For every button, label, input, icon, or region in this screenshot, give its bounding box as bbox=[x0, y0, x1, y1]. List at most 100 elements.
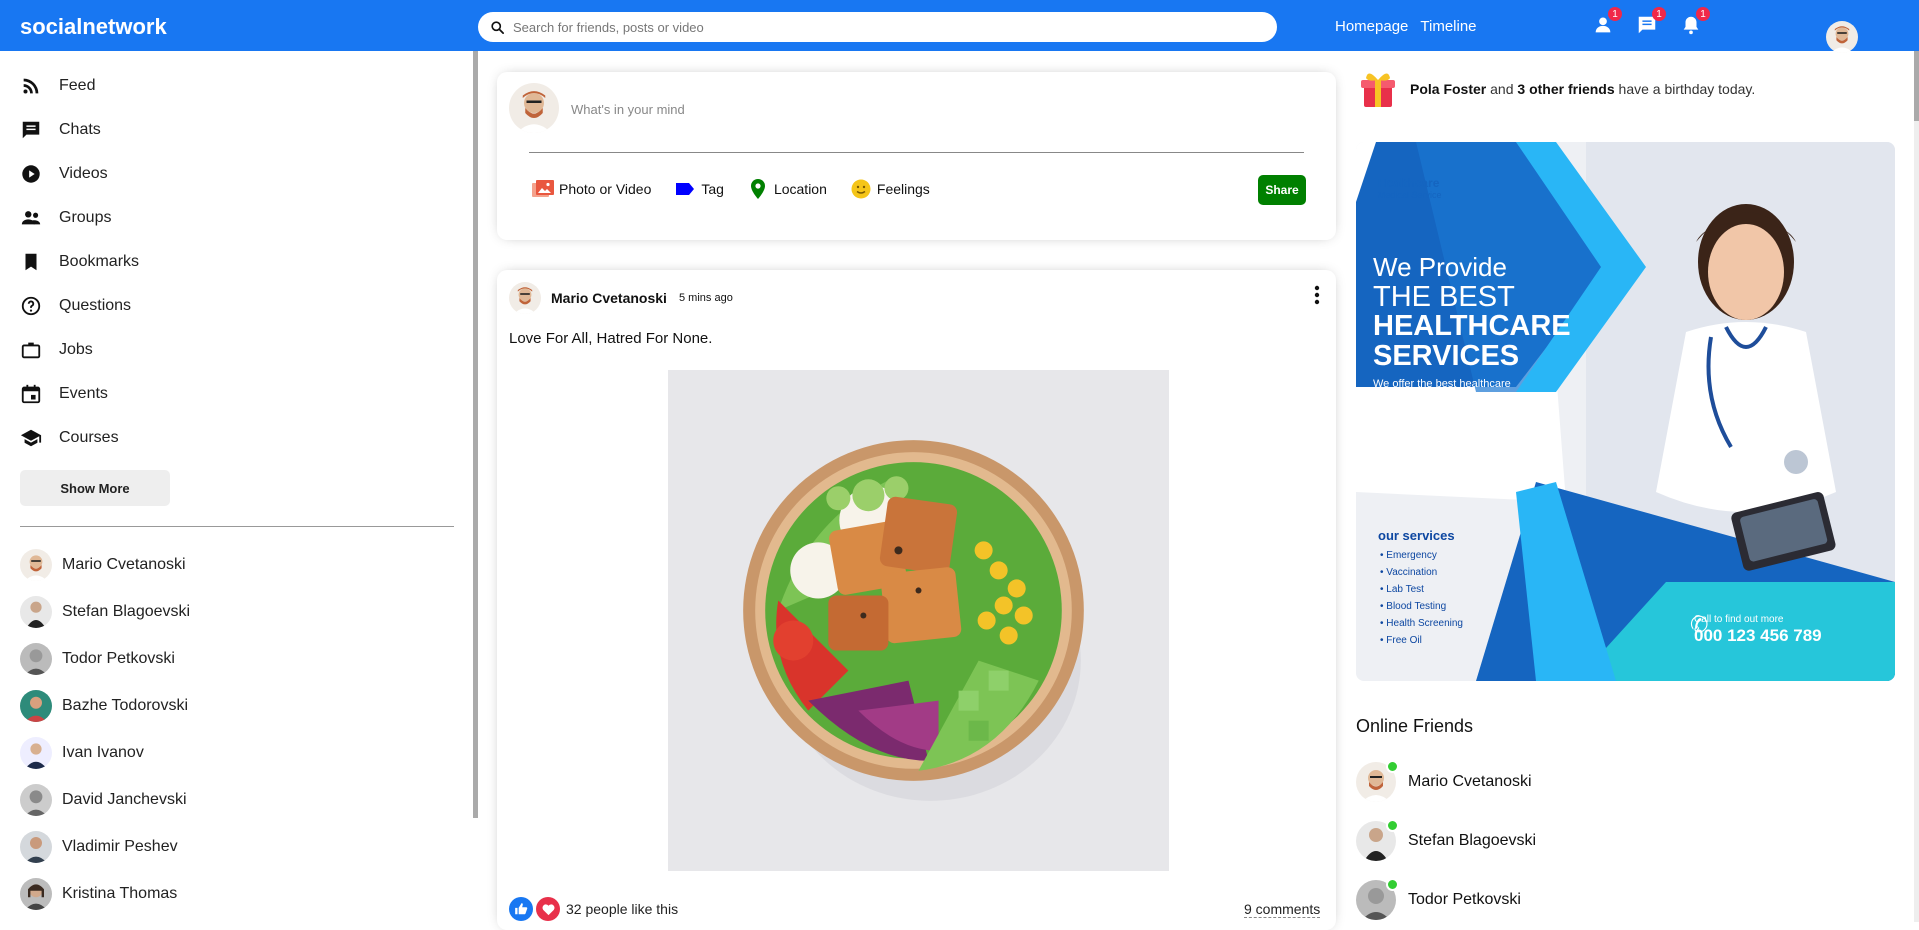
birthday-others[interactable]: 3 other friends bbox=[1517, 81, 1614, 97]
sidebar-item-label: Feed bbox=[59, 77, 96, 94]
avatar bbox=[20, 689, 52, 722]
post-image[interactable] bbox=[668, 370, 1169, 871]
sidebar-item-questions[interactable]: Questions bbox=[0, 284, 473, 328]
location-option[interactable]: Location bbox=[746, 177, 827, 201]
photo-video-option[interactable]: Photo or Video bbox=[531, 177, 651, 201]
group-icon bbox=[21, 211, 41, 225]
sidebar-item-label: Chats bbox=[59, 121, 101, 138]
birthday-text: Pola Foster and 3 other friends have a b… bbox=[1410, 81, 1755, 97]
sidebar-friend[interactable]: David Janchevski bbox=[0, 776, 473, 823]
profile-avatar[interactable] bbox=[1826, 20, 1858, 53]
notifications-button[interactable]: 1 bbox=[1678, 7, 1710, 38]
messages-badge: 1 bbox=[1652, 7, 1666, 21]
scrollbar-thumb[interactable] bbox=[473, 51, 478, 818]
likes-count: 32 people like this bbox=[566, 901, 679, 917]
ad-service: • Health Screening bbox=[1380, 618, 1463, 629]
birthday-notice: Pola Foster and 3 other friends have a b… bbox=[1358, 69, 1755, 109]
scrollbar-thumb[interactable] bbox=[1914, 51, 1919, 121]
chat-icon bbox=[22, 121, 40, 139]
healthcare-ad[interactable]: Healthcare Medical Service We Provide TH… bbox=[1356, 142, 1895, 681]
sidebar-item-bookmarks[interactable]: Bookmarks bbox=[0, 240, 473, 284]
sidebar-item-courses[interactable]: Courses bbox=[0, 416, 473, 460]
comments-link[interactable]: 9 comments bbox=[1244, 901, 1321, 918]
online-friends-title: Online Friends bbox=[1356, 716, 1474, 736]
search-bar[interactable] bbox=[478, 12, 1277, 42]
left-scrollbar[interactable] bbox=[473, 51, 478, 818]
post-author[interactable]: Mario Cvetanoski bbox=[551, 290, 667, 306]
bookmark-icon bbox=[25, 253, 37, 271]
post-card: Mario Cvetanoski 5 mins ago Love For All… bbox=[497, 270, 1336, 930]
location-pin-icon bbox=[750, 179, 765, 199]
friend-requests-button[interactable]: 1 bbox=[1590, 7, 1622, 38]
post-time: 5 mins ago bbox=[679, 292, 733, 304]
option-label: Tag bbox=[701, 181, 724, 197]
emoji-icon bbox=[851, 179, 871, 199]
online-friend[interactable]: Todor Petkovski bbox=[1356, 870, 1536, 929]
sidebar-item-groups[interactable]: Groups bbox=[0, 196, 473, 240]
avatar bbox=[20, 783, 52, 816]
timeline-link[interactable]: Timeline bbox=[1420, 18, 1476, 35]
avatar[interactable] bbox=[509, 282, 541, 314]
friend-name: Todor Petkovski bbox=[62, 649, 175, 667]
right-sidebar: Pola Foster and 3 other friends have a b… bbox=[1356, 51, 1914, 922]
friend-name: Vladimir Peshev bbox=[62, 837, 178, 855]
share-button[interactable]: Share bbox=[1258, 175, 1306, 205]
friend-name: Bazhe Todorovski bbox=[62, 696, 188, 714]
sidebar-item-videos[interactable]: Videos bbox=[0, 152, 473, 196]
app-logo[interactable]: socialnetwork bbox=[20, 14, 167, 40]
briefcase-icon bbox=[21, 342, 41, 359]
sidebar-friend[interactable]: Todor Petkovski bbox=[0, 635, 473, 682]
birthday-suffix: have a birthday today. bbox=[1618, 81, 1756, 97]
ad-line3: HEALTHCARE bbox=[1373, 310, 1571, 342]
sidebar-friend[interactable]: Kristina Thomas bbox=[0, 870, 473, 917]
sidebar-friend[interactable]: Ivan Ivanov bbox=[0, 729, 473, 776]
friend-name: Mario Cvetanoski bbox=[62, 555, 186, 573]
sidebar-friend[interactable]: Stefan Blagoevski bbox=[0, 588, 473, 635]
tag-option[interactable]: Tag bbox=[673, 177, 724, 201]
feed: What's in your mind Photo or Video Tag L… bbox=[497, 72, 1336, 930]
notifications-badge: 1 bbox=[1696, 7, 1710, 21]
avatar bbox=[20, 642, 52, 675]
messages-button[interactable]: 1 bbox=[1634, 7, 1666, 38]
top-icons: 1 1 1 bbox=[1590, 7, 1710, 38]
sidebar-friend[interactable]: Bazhe Todorovski bbox=[0, 682, 473, 729]
birthday-name[interactable]: Pola Foster bbox=[1410, 81, 1486, 97]
sidebar-item-events[interactable]: Events bbox=[0, 372, 473, 416]
search-input[interactable] bbox=[513, 19, 1253, 35]
share-input[interactable]: What's in your mind bbox=[571, 102, 685, 117]
avatar bbox=[20, 877, 52, 910]
ad-service: • Vaccination bbox=[1380, 567, 1438, 578]
avatar bbox=[20, 830, 52, 863]
ad-service: • Blood Testing bbox=[1380, 601, 1447, 612]
sidebar-item-label: Events bbox=[59, 385, 108, 402]
friend-name: Mario Cvetanoski bbox=[1408, 772, 1532, 790]
show-more-button[interactable]: Show More bbox=[20, 470, 170, 506]
heart-icon[interactable] bbox=[536, 897, 560, 921]
avatar bbox=[20, 736, 52, 769]
like-icon[interactable] bbox=[509, 897, 533, 921]
sidebar-item-chats[interactable]: Chats bbox=[0, 108, 473, 152]
online-friend[interactable]: Mario Cvetanoski bbox=[1356, 752, 1536, 811]
online-dot bbox=[1386, 818, 1399, 832]
sidebar-item-label: Jobs bbox=[59, 341, 93, 358]
sidebar-friend[interactable]: Mario Cvetanoski bbox=[0, 541, 473, 588]
online-dot bbox=[1386, 877, 1399, 891]
option-label: Location bbox=[773, 181, 827, 197]
search-icon bbox=[491, 20, 504, 34]
post-text: Love For All, Hatred For None. bbox=[509, 330, 713, 347]
online-dot bbox=[1386, 759, 1399, 773]
ad-service: • Free Oil bbox=[1380, 635, 1422, 646]
ad-phone: 000 123 456 789 bbox=[1694, 626, 1822, 645]
sidebar-nav: Feed Chats Videos Groups Bookmarks Quest… bbox=[0, 51, 473, 460]
sidebar-friend[interactable]: Vladimir Peshev bbox=[0, 823, 473, 870]
homepage-link[interactable]: Homepage bbox=[1335, 18, 1408, 35]
sidebar-item-jobs[interactable]: Jobs bbox=[0, 328, 473, 372]
sidebar-item-feed[interactable]: Feed bbox=[0, 64, 473, 108]
birthday-connector: and bbox=[1490, 81, 1514, 97]
ad-desc1: We offer the best healthcare bbox=[1373, 378, 1511, 390]
feelings-option[interactable]: Feelings bbox=[849, 177, 930, 201]
online-friend[interactable]: Stefan Blagoevski bbox=[1356, 811, 1536, 870]
page-scrollbar[interactable] bbox=[1914, 51, 1919, 922]
more-vert-icon[interactable] bbox=[1307, 283, 1327, 307]
friend-name: Stefan Blagoevski bbox=[1408, 831, 1537, 849]
